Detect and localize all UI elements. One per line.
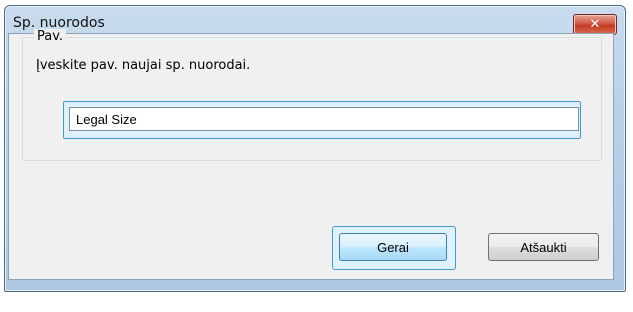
shortcut-name-input[interactable]	[69, 107, 579, 131]
name-prompt: Įveskite pav. naujai sp. nuorodai.	[36, 58, 251, 73]
title-bar[interactable]: Sp. nuorodos ✕	[5, 6, 625, 36]
close-button[interactable]: ✕	[573, 14, 617, 35]
cancel-button[interactable]: Atšaukti	[488, 233, 599, 261]
ok-button[interactable]: Gerai	[339, 233, 447, 261]
close-icon: ✕	[589, 17, 601, 32]
name-group-box	[22, 37, 602, 161]
group-label: Pav.	[34, 29, 67, 44]
